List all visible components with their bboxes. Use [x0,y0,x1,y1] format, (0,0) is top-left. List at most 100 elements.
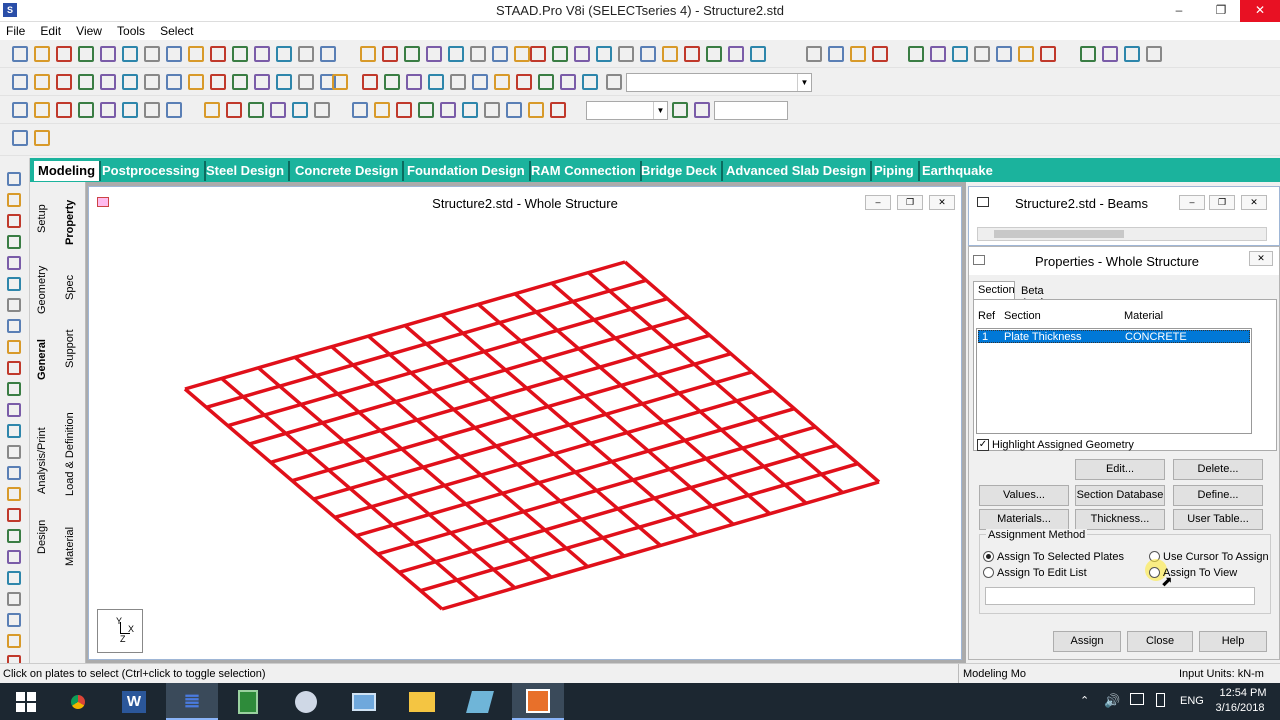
plate-grid-line[interactable] [377,425,816,556]
toolbar-tool-icon[interactable] [56,74,72,90]
snipping-taskbar[interactable] [280,683,332,720]
tool-icon[interactable] [7,340,21,354]
toolbar-tool-icon[interactable] [582,74,598,90]
toolbar-tool-icon[interactable] [56,46,72,62]
view-select[interactable]: ▼ [626,73,812,92]
help-button[interactable]: Help [1199,631,1267,652]
toolbar-tool-icon[interactable] [188,74,204,90]
tool-icon[interactable] [7,193,21,207]
tool-icon[interactable] [7,403,21,417]
tab-steel-design[interactable]: Steel Design [202,161,291,181]
tab-earthquake[interactable]: Earthquake [918,161,997,181]
toolbar-tool-icon[interactable] [248,102,264,118]
vtab-setup[interactable]: Setup [36,196,52,242]
toolbar-tool-icon[interactable] [1018,46,1034,62]
radio-edit-list[interactable] [983,567,994,578]
toolbar-tool-icon[interactable] [550,102,566,118]
table-row[interactable]: 1 Plate Thickness CONCRETE [978,330,1250,343]
toolbar-tool-icon[interactable] [12,46,28,62]
menu-tools[interactable]: Tools [111,22,151,38]
tool-icon[interactable] [7,256,21,270]
toolbar-tool-icon[interactable] [144,46,160,62]
radio-assign-to-view[interactable] [1149,567,1160,578]
toolbar-tool-icon[interactable] [450,74,466,90]
toolbar-tool-icon[interactable] [706,46,722,62]
toolbar-tool-icon[interactable] [560,74,576,90]
tool-icon[interactable] [7,529,21,543]
delete-button[interactable]: Delete... [1173,459,1263,480]
beams-restore-button[interactable]: ❐ [1209,195,1235,210]
tool-icon[interactable] [7,571,21,585]
value-input[interactable] [714,101,788,120]
toolbar-tool-icon[interactable] [850,46,866,62]
tool-icon[interactable] [7,424,21,438]
toolbar-tool-icon[interactable] [828,46,844,62]
toolbar-tool-icon[interactable] [384,74,400,90]
tool-icon[interactable] [7,445,21,459]
tab-advanced-slab-design[interactable]: Advanced Slab Design [722,161,873,181]
tab-postprocessing[interactable]: Postprocessing [98,161,206,181]
toolbar-tool-icon[interactable] [210,74,226,90]
app-taskbar[interactable] [454,683,506,720]
toolbar-tool-icon[interactable] [952,46,968,62]
plate-mesh[interactable] [97,217,953,653]
tool-icon[interactable] [7,319,21,333]
toolbar-tool-icon[interactable] [276,46,292,62]
toolbar-tool-icon[interactable] [232,74,248,90]
toolbar-tool-icon[interactable] [462,102,478,118]
plate-grid-line[interactable] [420,461,859,593]
assign-button[interactable]: Assign [1053,631,1121,652]
toolbar-tool-icon[interactable] [12,102,28,118]
view-close-button[interactable]: ✕ [929,195,955,210]
minimize-button[interactable]: – [1162,0,1196,22]
tool-icon[interactable] [7,298,21,312]
toolbar-tool-icon[interactable] [226,102,242,118]
toolbar-tool-icon[interactable] [78,74,94,90]
close-button[interactable]: ✕ [1240,0,1280,22]
tab-beta-angle[interactable]: Beta Angle [1017,283,1075,309]
toolbar-tool-icon[interactable] [750,46,766,62]
tool-icon[interactable] [7,592,21,606]
toolbar-tool-icon[interactable] [418,102,434,118]
toolbar-tool-icon[interactable] [996,46,1012,62]
tool-icon[interactable] [7,613,21,627]
toolbar-tool-icon[interactable] [404,46,420,62]
beams-scrollbar[interactable] [977,227,1267,241]
tool-icon[interactable] [7,487,21,501]
toolbar-tool-icon[interactable] [122,74,138,90]
menu-view[interactable]: View [70,22,108,38]
toolbar-tool-icon[interactable] [34,130,50,146]
toolbar-tool-icon[interactable] [492,46,508,62]
tab-bridge-deck[interactable]: Bridge Deck [637,161,723,181]
toolbar-tool-icon[interactable] [360,46,376,62]
network-icon[interactable] [1130,693,1144,705]
clock-date[interactable]: 3/16/2018 [1212,702,1268,714]
plate-grid-line[interactable] [313,370,753,501]
toolbar-tool-icon[interactable] [506,102,522,118]
vtab-general[interactable]: General [36,336,52,384]
vtab-support[interactable]: Support [64,328,80,370]
toolbar-tool-icon[interactable] [426,46,442,62]
clock-time[interactable]: 12:54 PM [1218,687,1268,699]
plate-grid-line[interactable] [398,443,838,575]
toolbar-tool-icon[interactable] [470,46,486,62]
toolbar-tool-icon[interactable] [34,46,50,62]
toolbar-tool-icon[interactable] [122,102,138,118]
toolbar-tool-icon[interactable] [320,46,336,62]
property-list[interactable]: 1 Plate Thickness CONCRETE [976,328,1252,434]
toolbar-tool-icon[interactable] [672,102,688,118]
toolbar-tool-icon[interactable] [552,46,568,62]
plate-grid-line[interactable] [334,388,774,520]
toolbar-tool-icon[interactable] [1040,46,1056,62]
tray-up-icon[interactable]: ⌃ [1080,694,1089,707]
toolbar-tool-icon[interactable] [100,46,116,62]
section-database-button[interactable]: Section Database [1075,485,1165,506]
toolbar-tool-icon[interactable] [166,46,182,62]
tool-icon[interactable] [7,508,21,522]
toolbar-tool-icon[interactable] [1080,46,1096,62]
tool-icon[interactable] [7,235,21,249]
toolbar-tool-icon[interactable] [292,102,308,118]
toolbar-tool-icon[interactable] [382,46,398,62]
toolbar-tool-icon[interactable] [728,46,744,62]
tab-modeling[interactable]: Modeling [34,161,102,181]
